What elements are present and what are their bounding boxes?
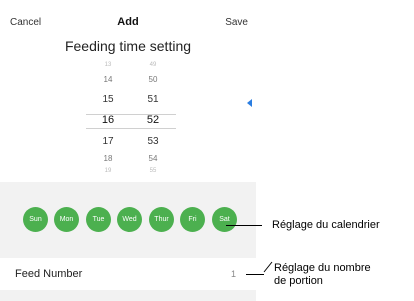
hour-option-selected[interactable]: 16 — [88, 114, 128, 126]
day-sat-button[interactable]: Sat — [212, 207, 237, 232]
nav-bar: Cancel Add Save — [0, 0, 256, 36]
minute-option[interactable]: 51 — [133, 94, 173, 105]
section-title: Feeding time setting — [0, 36, 256, 58]
day-tue-button[interactable]: Tue — [86, 207, 111, 232]
day-sun-button[interactable]: Sun — [23, 207, 48, 232]
day-wed-button[interactable]: Wed — [117, 207, 142, 232]
minute-option[interactable]: 50 — [133, 75, 173, 84]
scroll-indicator-icon — [247, 99, 252, 107]
hour-option[interactable]: 19 — [88, 168, 128, 174]
feed-number-value: 1 — [230, 269, 236, 279]
phone-screen: Cancel Add Save Feeding time setting 13 … — [0, 0, 256, 301]
selection-line-bottom — [86, 128, 176, 129]
feed-number-label: Feed Number — [15, 268, 83, 280]
hour-option[interactable]: 17 — [88, 136, 128, 147]
feed-number-row[interactable]: Feed Number 1 — [0, 258, 256, 290]
callout-calendar-label: Réglage du calendrier — [272, 219, 380, 231]
callout-arrow-icon — [263, 261, 273, 273]
weekday-selector: Sun Mon Tue Wed Thur Fri Sat — [0, 196, 256, 253]
minute-option-selected[interactable]: 52 — [133, 114, 173, 126]
save-button[interactable]: Save — [225, 17, 248, 28]
minute-option[interactable]: 49 — [133, 62, 173, 68]
page-title: Add — [117, 16, 139, 28]
callout-line-calendar — [226, 225, 262, 226]
minute-option[interactable]: 55 — [133, 168, 173, 174]
hour-option[interactable]: 15 — [88, 94, 128, 105]
time-picker[interactable]: 13 14 15 16 17 18 19 49 50 51 52 53 54 5… — [0, 58, 256, 182]
day-fri-button[interactable]: Fri — [180, 207, 205, 232]
minute-option[interactable]: 53 — [133, 136, 173, 147]
hour-option[interactable]: 18 — [88, 154, 128, 163]
callout-portion-line2: de portion — [274, 275, 323, 287]
day-thur-button[interactable]: Thur — [149, 207, 174, 232]
callout-portion-line1: Réglage du nombre — [274, 262, 371, 274]
hour-option[interactable]: 13 — [88, 62, 128, 68]
callout-portion-label: Réglage du nombre de portion — [274, 262, 371, 288]
minute-option[interactable]: 54 — [133, 154, 173, 163]
day-mon-button[interactable]: Mon — [54, 207, 79, 232]
hour-option[interactable]: 14 — [88, 75, 128, 84]
